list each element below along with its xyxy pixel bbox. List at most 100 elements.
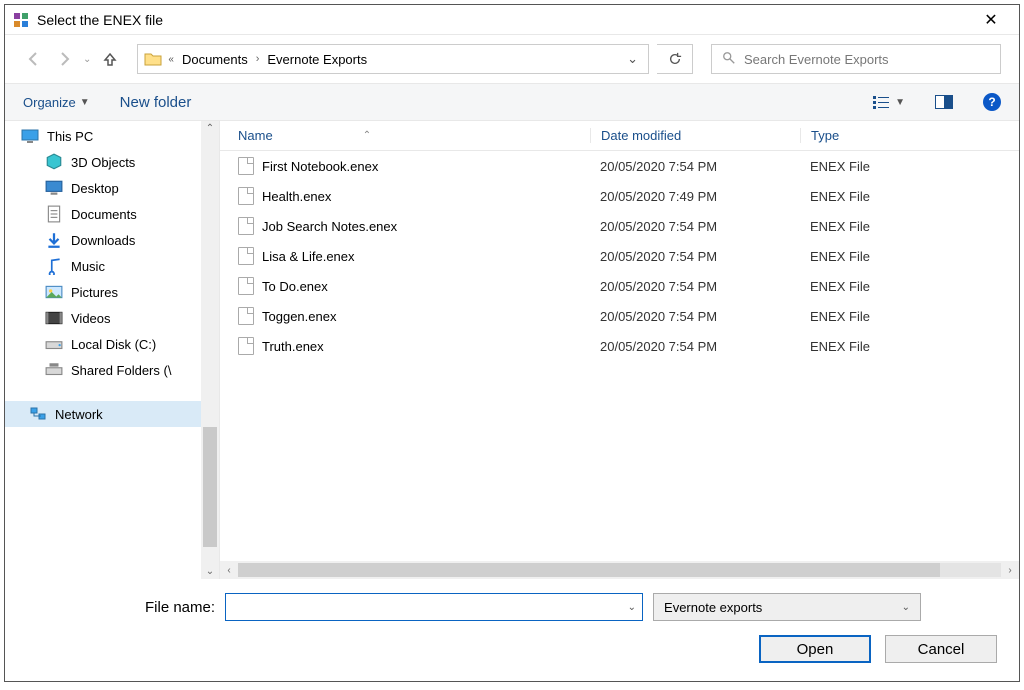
file-row[interactable]: Lisa & Life.enex20/05/2020 7:54 PMENEX F… xyxy=(220,241,1019,271)
filename-input[interactable]: ⌄ xyxy=(225,593,643,621)
chevron-up-icon: ⌃ xyxy=(206,123,214,134)
navigation-pane: This PC 3D Objects Desktop Documents Dow… xyxy=(5,121,219,579)
file-name: To Do.enex xyxy=(262,279,328,294)
file-row[interactable]: Health.enex20/05/2020 7:49 PMENEX File xyxy=(220,181,1019,211)
file-icon xyxy=(238,247,254,265)
file-icon xyxy=(238,187,254,205)
column-name[interactable]: Name⌃ xyxy=(220,128,590,143)
file-list: First Notebook.enex20/05/2020 7:54 PMENE… xyxy=(220,151,1019,561)
file-list-pane: Name⌃ Date modified Type First Notebook.… xyxy=(219,121,1019,579)
help-button[interactable]: ? xyxy=(983,93,1001,111)
view-options[interactable]: ▼ xyxy=(873,95,905,109)
file-row[interactable]: Job Search Notes.enex 20/05/2020 7:54 PME… xyxy=(220,211,1019,241)
new-folder-button[interactable]: New folder xyxy=(120,94,192,111)
file-row[interactable]: Toggen.enex 20/05/2020 7:54 PMENEX File xyxy=(220,301,1019,331)
refresh-button[interactable] xyxy=(657,44,693,74)
dialog-footer: File name: ⌄ Evernote exports ⌄ Open Can… xyxy=(5,579,1019,681)
tree-network[interactable]: Network xyxy=(5,401,201,427)
up-button[interactable] xyxy=(99,48,121,70)
file-date: 20/05/2020 7:54 PM xyxy=(590,279,800,294)
file-type: ENEX File xyxy=(800,309,1019,324)
scrollbar-thumb[interactable] xyxy=(203,427,217,547)
videos-icon xyxy=(45,310,63,326)
file-icon xyxy=(238,157,254,175)
file-date: 20/05/2020 7:54 PM xyxy=(590,339,800,354)
breadcrumb-overflow[interactable]: « xyxy=(168,54,174,65)
file-icon xyxy=(238,217,254,235)
file-open-dialog: Select the ENEX file ✕ ⌄ « Documents › E… xyxy=(4,4,1020,682)
close-button[interactable]: ✕ xyxy=(971,10,1011,30)
app-icon xyxy=(13,12,29,28)
titlebar: Select the ENEX file ✕ xyxy=(5,5,1019,35)
pictures-icon xyxy=(45,284,63,300)
navigation-bar: ⌄ « Documents › Evernote Exports ⌄ Searc… xyxy=(5,35,1019,83)
forward-button[interactable] xyxy=(53,48,75,70)
recent-locations-dropdown[interactable]: ⌄ xyxy=(83,54,91,65)
sidebar-scrollbar[interactable]: ⌃ ⌄ xyxy=(201,121,219,579)
file-type: ENEX File xyxy=(800,279,1019,294)
cancel-button[interactable]: Cancel xyxy=(885,635,997,663)
filename-field[interactable] xyxy=(232,599,628,615)
file-date: 20/05/2020 7:54 PM xyxy=(590,309,800,324)
file-type: ENEX File xyxy=(800,159,1019,174)
sort-indicator-icon: ⌃ xyxy=(363,130,371,141)
file-name: Job Search Notes.enex xyxy=(262,219,397,234)
open-button[interactable]: Open xyxy=(759,635,871,663)
column-type[interactable]: Type xyxy=(800,128,1019,143)
network-drive-icon xyxy=(45,362,63,378)
tree-downloads[interactable]: Downloads xyxy=(5,227,201,253)
search-placeholder: Search Evernote Exports xyxy=(744,52,889,67)
preview-pane-toggle[interactable] xyxy=(935,95,953,109)
tree-local-disk[interactable]: Local Disk (C:) xyxy=(5,331,201,357)
file-date: 20/05/2020 7:54 PM xyxy=(590,219,800,234)
tree-videos[interactable]: Videos xyxy=(5,305,201,331)
column-date[interactable]: Date modified xyxy=(590,128,800,143)
tree-3d-objects[interactable]: 3D Objects xyxy=(5,149,201,175)
file-type: ENEX File xyxy=(800,339,1019,354)
tree-this-pc[interactable]: This PC xyxy=(5,123,201,149)
breadcrumb-current[interactable]: Evernote Exports xyxy=(265,52,369,67)
cube-icon xyxy=(45,154,63,170)
filename-dropdown[interactable]: ⌄ xyxy=(628,602,636,613)
network-icon xyxy=(29,406,47,422)
tree-shared-folders[interactable]: Shared Folders (\ xyxy=(5,357,201,383)
file-row[interactable]: To Do.enex 20/05/2020 7:54 PMENEX File xyxy=(220,271,1019,301)
file-row[interactable]: Truth.enex 20/05/2020 7:54 PMENEX File xyxy=(220,331,1019,361)
music-icon xyxy=(45,258,63,274)
file-icon xyxy=(238,307,254,325)
scrollbar-thumb[interactable] xyxy=(238,563,940,577)
file-name: Lisa & Life.enex xyxy=(262,249,355,264)
breadcrumb-prev[interactable]: Documents xyxy=(180,52,250,67)
file-row[interactable]: First Notebook.enex 20/05/2020 7:54 PMENE… xyxy=(220,151,1019,181)
breadcrumb: Documents › Evernote Exports xyxy=(180,52,617,67)
tree-music[interactable]: Music xyxy=(5,253,201,279)
tree-pictures[interactable]: Pictures xyxy=(5,279,201,305)
file-type-filter[interactable]: Evernote exports ⌄ xyxy=(653,593,921,621)
chevron-left-icon: ‹ xyxy=(220,565,238,576)
desktop-icon xyxy=(45,180,63,196)
file-name: Toggen.enex xyxy=(262,309,336,324)
search-icon xyxy=(722,51,736,68)
back-button[interactable] xyxy=(23,48,45,70)
file-date: 20/05/2020 7:54 PM xyxy=(590,159,800,174)
file-icon xyxy=(238,277,254,295)
organize-menu[interactable]: Organize ▼ xyxy=(23,95,90,110)
chevron-right-icon: › xyxy=(1001,565,1019,576)
folder-icon xyxy=(144,51,162,67)
file-icon xyxy=(238,337,254,355)
file-type: ENEX File xyxy=(800,219,1019,234)
file-name: Health.enex xyxy=(262,189,331,204)
file-type: ENEX File xyxy=(800,249,1019,264)
monitor-icon xyxy=(21,128,39,144)
search-input[interactable]: Search Evernote Exports xyxy=(711,44,1001,74)
file-date: 20/05/2020 7:49 PM xyxy=(590,189,800,204)
file-name: Truth.enex xyxy=(262,339,324,354)
document-icon xyxy=(45,206,63,222)
file-name: First Notebook.enex xyxy=(262,159,378,174)
tree-desktop[interactable]: Desktop xyxy=(5,175,201,201)
address-bar[interactable]: « Documents › Evernote Exports ⌄ xyxy=(137,44,649,74)
horizontal-scrollbar[interactable]: ‹ › xyxy=(220,561,1019,579)
drive-icon xyxy=(45,336,63,352)
tree-documents[interactable]: Documents xyxy=(5,201,201,227)
address-dropdown[interactable]: ⌄ xyxy=(623,51,642,67)
